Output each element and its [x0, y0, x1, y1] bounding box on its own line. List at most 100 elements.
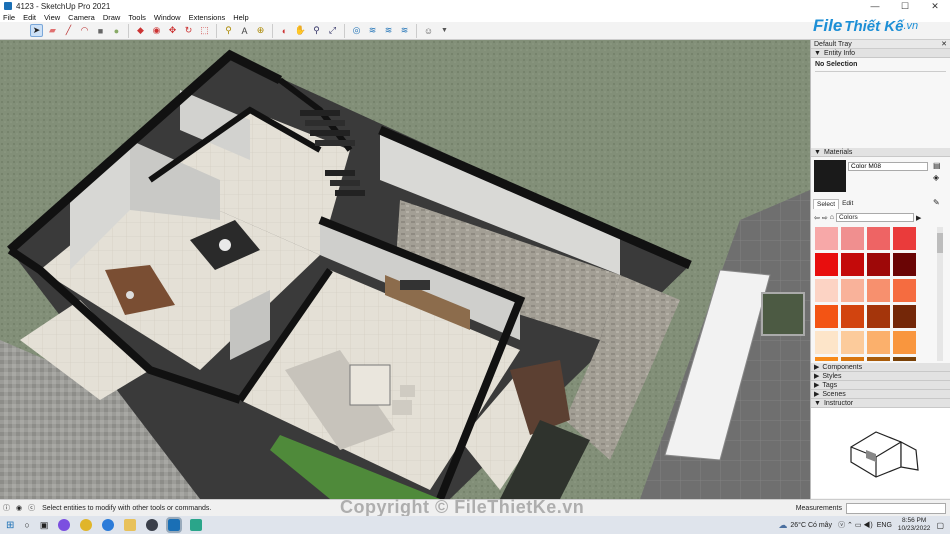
- eraser-tool-icon[interactable]: ▰: [46, 24, 59, 37]
- chrome-icon[interactable]: [80, 519, 93, 531]
- material-swatch[interactable]: [841, 357, 864, 361]
- info-icon[interactable]: ⓘ: [3, 503, 10, 513]
- menu-file[interactable]: File: [3, 13, 15, 22]
- material-swatch[interactable]: [815, 253, 838, 276]
- material-swatch[interactable]: [841, 227, 864, 250]
- scale-tool-icon[interactable]: ⬚: [198, 24, 211, 37]
- model-viewport[interactable]: [0, 40, 810, 499]
- sample-paint-icon[interactable]: ◈: [933, 173, 939, 182]
- create-material-icon[interactable]: ▤: [933, 161, 941, 170]
- material-swatch[interactable]: [867, 227, 890, 250]
- account-icon[interactable]: ☺: [422, 24, 435, 37]
- materials-header[interactable]: ▼ Materials: [811, 148, 950, 157]
- material-swatch[interactable]: [815, 331, 838, 354]
- tab-select[interactable]: Select: [813, 199, 840, 209]
- select-tool-icon[interactable]: ➤: [30, 24, 43, 37]
- forward-icon[interactable]: ⇨: [822, 214, 828, 222]
- menu-view[interactable]: View: [44, 13, 60, 22]
- follow-me-icon[interactable]: ◉: [150, 24, 163, 37]
- swatch-scrollbar[interactable]: [937, 227, 943, 361]
- pan-tool-icon[interactable]: ✋: [294, 24, 307, 37]
- components-header[interactable]: ▶ Components: [811, 363, 950, 372]
- shape-tool-icon[interactable]: ■: [94, 24, 107, 37]
- entity-info-header[interactable]: ▼ Entity Info: [811, 49, 950, 58]
- material-swatch[interactable]: [893, 357, 916, 361]
- menu-window[interactable]: Window: [154, 13, 181, 22]
- material-swatch[interactable]: [841, 253, 864, 276]
- material-swatch[interactable]: [893, 331, 916, 354]
- search-icon[interactable]: ○: [24, 520, 29, 530]
- menu-draw[interactable]: Draw: [103, 13, 121, 22]
- eyedropper-icon[interactable]: ✎: [933, 198, 940, 207]
- extension-icon-3[interactable]: ≋: [398, 24, 411, 37]
- extension-icon-1[interactable]: ≋: [366, 24, 379, 37]
- menu-camera[interactable]: Camera: [68, 13, 95, 22]
- line-tool-icon[interactable]: ╱: [62, 24, 75, 37]
- material-swatch[interactable]: [867, 305, 890, 328]
- scenes-header[interactable]: ▶ Scenes: [811, 390, 950, 399]
- measurements-input[interactable]: [846, 502, 946, 514]
- menu-help[interactable]: Help: [233, 13, 248, 22]
- menu-extensions[interactable]: Extensions: [189, 13, 226, 22]
- material-swatch[interactable]: [815, 227, 838, 250]
- styles-header[interactable]: ▶ Styles: [811, 372, 950, 381]
- move-tool-icon[interactable]: ✥: [166, 24, 179, 37]
- warehouse-icon[interactable]: ◎: [350, 24, 363, 37]
- text-tool-icon[interactable]: A: [238, 24, 251, 37]
- credits-icon[interactable]: ⓒ: [28, 503, 35, 513]
- tape-measure-icon[interactable]: ⚲: [222, 24, 235, 37]
- push-pull-icon[interactable]: ◆: [134, 24, 147, 37]
- home-icon[interactable]: ⌂: [830, 214, 834, 221]
- zoom-tool-icon[interactable]: ⚲: [310, 24, 323, 37]
- material-swatch[interactable]: [867, 279, 890, 302]
- zoom-app-icon[interactable]: [102, 519, 115, 531]
- material-swatch[interactable]: [893, 305, 916, 328]
- tab-edit[interactable]: Edit: [839, 199, 856, 209]
- system-tray-icons[interactable]: ⓥ ⌃ ▭ ◀): [838, 520, 873, 530]
- library-select[interactable]: Colors: [835, 213, 914, 222]
- orbit-tool-icon[interactable]: ◐: [278, 24, 291, 37]
- material-swatch[interactable]: [841, 279, 864, 302]
- weather-text[interactable]: 26°C Có mây: [790, 522, 832, 529]
- material-swatch[interactable]: [841, 305, 864, 328]
- sketchup-taskbar-icon[interactable]: [166, 517, 183, 533]
- details-icon[interactable]: ▶: [916, 214, 921, 222]
- material-swatch[interactable]: [893, 279, 916, 302]
- material-swatch[interactable]: [893, 227, 916, 250]
- back-icon[interactable]: ⇦: [814, 214, 820, 222]
- material-swatch[interactable]: [867, 357, 890, 361]
- material-swatch[interactable]: [893, 253, 916, 276]
- zoom-extents-icon[interactable]: ⤢: [326, 24, 339, 37]
- steam-icon[interactable]: [146, 519, 159, 531]
- close-button[interactable]: ✕: [920, 0, 950, 12]
- geo-icon[interactable]: ◉: [16, 504, 22, 512]
- clock[interactable]: 8:56 PM 10/23/2022: [898, 517, 931, 533]
- extension-icon-2[interactable]: ≋: [382, 24, 395, 37]
- scrollbar-thumb[interactable]: [937, 233, 943, 253]
- maximize-button[interactable]: ☐: [890, 0, 920, 12]
- layout-taskbar-icon[interactable]: [190, 519, 203, 531]
- material-swatch[interactable]: [815, 279, 838, 302]
- rotate-tool-icon[interactable]: ↻: [182, 24, 195, 37]
- language-indicator[interactable]: ENG: [877, 522, 892, 529]
- minimize-button[interactable]: —: [860, 0, 890, 12]
- arc-tool-icon[interactable]: ◠: [78, 24, 91, 37]
- material-swatch[interactable]: [841, 331, 864, 354]
- messenger-icon[interactable]: [58, 519, 71, 531]
- instructor-header[interactable]: ▼ Instructor: [811, 399, 950, 408]
- file-explorer-icon[interactable]: [124, 519, 137, 531]
- material-swatch[interactable]: [867, 331, 890, 354]
- tags-header[interactable]: ▶ Tags: [811, 381, 950, 390]
- chevron-down-icon[interactable]: ▼: [438, 24, 451, 37]
- paint-bucket-icon[interactable]: ●: [110, 24, 123, 37]
- material-swatch[interactable]: [867, 253, 890, 276]
- material-swatch[interactable]: [815, 305, 838, 328]
- windows-start-icon[interactable]: ⊞: [6, 520, 14, 531]
- notification-icon[interactable]: ▢: [936, 521, 944, 530]
- task-view-icon[interactable]: ▣: [40, 520, 49, 531]
- menu-tools[interactable]: Tools: [128, 13, 146, 22]
- close-icon[interactable]: ✕: [941, 40, 947, 48]
- menu-edit[interactable]: Edit: [23, 13, 36, 22]
- material-swatch[interactable]: [815, 357, 838, 361]
- material-name-input[interactable]: [848, 162, 928, 171]
